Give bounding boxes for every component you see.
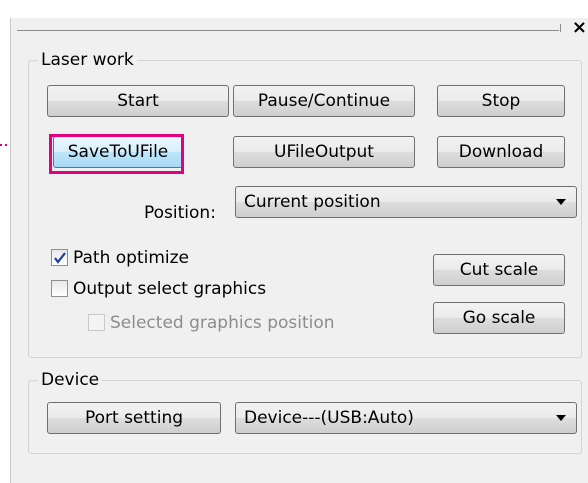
position-select-value: Current position xyxy=(244,192,381,212)
checkmark-icon xyxy=(54,252,66,264)
ufile-output-button[interactable]: UFileOutput xyxy=(233,136,415,168)
path-optimize-checkbox[interactable] xyxy=(51,249,68,266)
titlebar-line xyxy=(17,30,559,31)
titlebar-tick xyxy=(560,24,561,32)
cut-scale-button[interactable]: Cut scale xyxy=(433,254,565,286)
position-select[interactable]: Current position xyxy=(235,186,577,218)
selected-graphics-position-label: Selected graphics position xyxy=(110,313,335,333)
device-group-title: Device xyxy=(38,370,103,390)
output-select-graphics-label: Output select graphics xyxy=(73,279,267,299)
device-select[interactable]: Device---(USB:Auto) xyxy=(235,402,577,434)
device-select-value: Device---(USB:Auto) xyxy=(244,408,414,428)
pause-continue-button[interactable]: Pause/Continue xyxy=(233,85,415,117)
laser-work-panel: × Laser work Start Pause/Continue Stop S… xyxy=(10,18,588,483)
selected-graphics-position-checkbox[interactable] xyxy=(88,314,105,331)
panel-titlebar: × xyxy=(11,18,588,40)
stop-button[interactable]: Stop xyxy=(437,85,565,117)
highlight-box xyxy=(49,134,184,174)
download-button[interactable]: Download xyxy=(437,136,565,168)
go-scale-button[interactable]: Go scale xyxy=(433,302,565,334)
path-optimize-label: Path optimize xyxy=(73,248,189,268)
port-setting-button[interactable]: Port setting xyxy=(47,402,221,434)
start-button[interactable]: Start xyxy=(47,85,229,117)
laser-work-group-title: Laser work xyxy=(38,50,137,70)
output-select-graphics-checkbox[interactable] xyxy=(51,280,68,297)
position-label: Position: xyxy=(144,203,216,223)
chevron-down-icon xyxy=(556,415,566,421)
close-icon[interactable]: × xyxy=(572,18,587,38)
chevron-down-icon xyxy=(556,199,566,205)
